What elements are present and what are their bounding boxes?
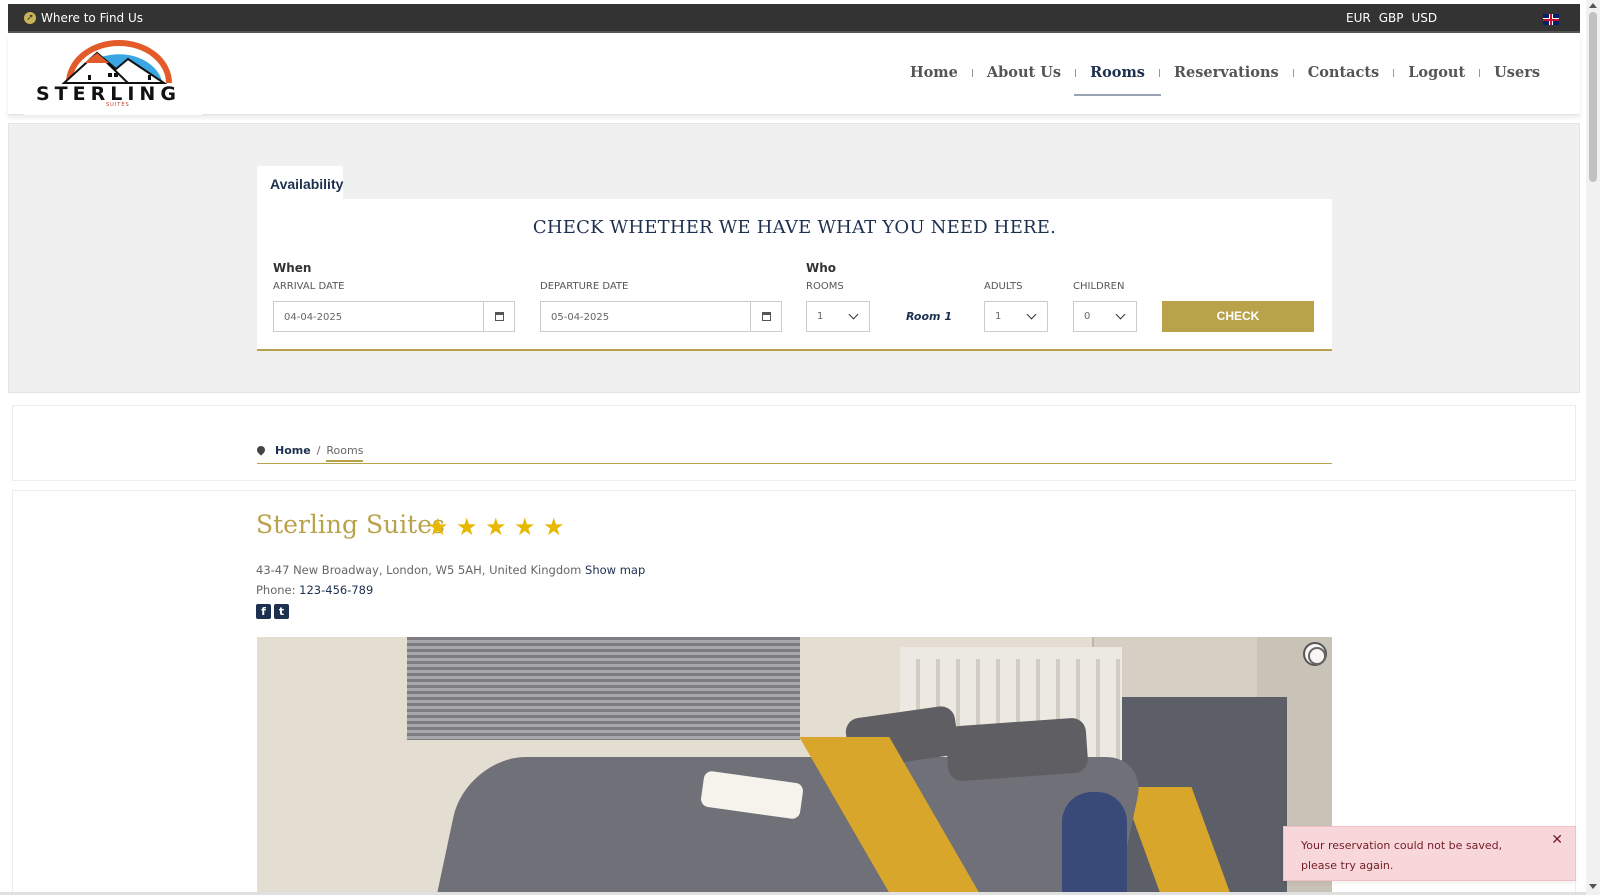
social-links: f t	[256, 604, 289, 619]
hotel-phone: Phone: 123-456-789	[256, 583, 373, 597]
top-bar: ➚ Where to Find Us EUR GBP USD	[8, 4, 1580, 33]
hotel-name: Sterling Suites	[256, 510, 445, 539]
room-1-label: Room 1	[906, 310, 952, 323]
adults-select[interactable]: 1	[984, 301, 1048, 332]
calendar-icon[interactable]	[483, 302, 514, 331]
rooms-value: 1	[817, 311, 824, 322]
nav-users[interactable]: Users	[1487, 64, 1547, 81]
arrival-date-value: 04-04-2025	[284, 312, 343, 323]
facebook-icon[interactable]: f	[256, 604, 271, 619]
children-value: 0	[1084, 311, 1091, 322]
children-select[interactable]: 0	[1073, 301, 1137, 332]
chevron-down-icon	[848, 309, 859, 320]
where-to-find-us-label: Where to Find Us	[41, 11, 144, 25]
star-icon: ★	[485, 513, 507, 541]
star-icon: ★	[456, 513, 478, 541]
currency-switcher: EUR GBP USD	[1346, 11, 1437, 25]
tab-availability[interactable]: Availability	[257, 166, 343, 200]
nav-reservations[interactable]: Reservations	[1167, 64, 1286, 81]
arrival-date-label: ARRIVAL DATE	[273, 281, 345, 292]
logo-subtitle: SUITES	[106, 102, 130, 108]
departure-date-value: 05-04-2025	[551, 312, 610, 323]
rooms-select[interactable]: 1	[806, 301, 870, 332]
twitter-icon[interactable]: t	[274, 604, 289, 619]
adults-value: 1	[995, 311, 1002, 322]
adults-label: ADULTS	[984, 281, 1023, 292]
arrival-date-field[interactable]: 04-04-2025	[273, 301, 515, 332]
scroll-up-icon[interactable]	[1589, 3, 1597, 8]
compass-icon: ➚	[24, 12, 36, 24]
star-icon: ★	[427, 513, 449, 541]
hotel-address: 43-47 New Broadway, London, W5 5AH, Unit…	[256, 563, 645, 577]
nav-home[interactable]: Home	[903, 64, 965, 81]
room-photo-gallery[interactable]	[257, 637, 1332, 895]
page-scrollbar[interactable]	[1586, 0, 1600, 895]
nav-rooms[interactable]: Rooms	[1074, 64, 1161, 96]
show-map-link[interactable]: Show map	[585, 563, 645, 577]
breadcrumb-section	[12, 405, 1576, 481]
page: ➚ Where to Find Us EUR GBP USD STERLING …	[0, 0, 1600, 895]
map-pin-icon	[255, 444, 267, 456]
nav-logout[interactable]: Logout	[1401, 64, 1472, 81]
breadcrumb-separator: /	[316, 444, 321, 457]
availability-title: CHECK WHETHER WE HAVE WHAT YOU NEED HERE…	[532, 217, 1057, 238]
scrollbar-thumb[interactable]	[1589, 12, 1597, 182]
error-toast: Your reservation could not be saved, ple…	[1283, 826, 1576, 881]
main-nav: Home About Us Rooms Reservations Contact…	[903, 64, 1547, 96]
nav-separator	[1292, 68, 1294, 77]
nav-separator	[1158, 68, 1160, 77]
nav-contacts[interactable]: Contacts	[1301, 64, 1387, 81]
calendar-icon[interactable]	[750, 302, 781, 331]
departure-date-field[interactable]: 05-04-2025	[540, 301, 782, 332]
breadcrumb-current: Rooms	[326, 444, 364, 462]
error-toast-message: Your reservation could not be saved, ple…	[1301, 839, 1503, 872]
breadcrumb: Home / Rooms	[255, 444, 1332, 464]
availability-form: CHECK WHETHER WE HAVE WHAT YOU NEED HERE…	[257, 199, 1332, 351]
children-label: CHILDREN	[1073, 281, 1125, 292]
when-label: When	[273, 261, 312, 275]
site-header: STERLING SUITES Home About Us Rooms Rese…	[8, 35, 1580, 115]
nav-separator	[1075, 68, 1077, 77]
currency-usd[interactable]: USD	[1411, 11, 1437, 25]
nav-separator	[971, 68, 973, 77]
logo[interactable]: STERLING SUITES	[24, 35, 202, 115]
rooms-label: ROOMS	[806, 281, 844, 292]
star-icon: ★	[543, 513, 565, 541]
phone-number-link[interactable]: 123-456-789	[299, 583, 373, 597]
currency-gbp[interactable]: GBP	[1379, 11, 1404, 25]
chevron-down-icon	[1115, 309, 1126, 320]
close-icon[interactable]: ✕	[1551, 832, 1563, 848]
uk-flag-icon[interactable]	[1543, 14, 1559, 25]
slideshow-control-icon[interactable]	[1303, 642, 1327, 666]
hotel-address-text: 43-47 New Broadway, London, W5 5AH, Unit…	[256, 563, 582, 577]
where-to-find-us-link[interactable]: ➚ Where to Find Us	[24, 11, 143, 25]
check-button[interactable]: CHECK	[1162, 301, 1314, 332]
nav-about-us[interactable]: About Us	[980, 64, 1068, 81]
chevron-down-icon	[1026, 309, 1037, 320]
nav-separator	[1393, 68, 1395, 77]
phone-label: Phone:	[256, 583, 296, 597]
breadcrumb-home-link[interactable]: Home	[275, 444, 311, 457]
star-icon: ★	[514, 513, 536, 541]
scroll-down-icon[interactable]	[1589, 884, 1597, 889]
nav-separator	[1479, 68, 1481, 77]
departure-date-label: DEPARTURE DATE	[540, 281, 629, 292]
currency-eur[interactable]: EUR	[1346, 11, 1371, 25]
hotel-star-rating: ★ ★ ★ ★ ★	[427, 515, 567, 539]
who-label: Who	[806, 261, 837, 275]
